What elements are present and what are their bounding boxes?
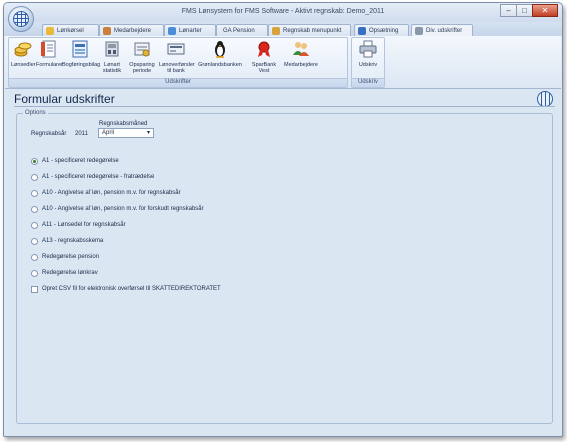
page-title: Formular udskrifter — [14, 92, 115, 106]
ribbon-group-label: Udskrifter — [9, 78, 347, 87]
main-content: Formular udskrifter Options Regnskabsmån… — [5, 89, 561, 436]
penguin-icon — [215, 41, 225, 58]
printer-tab-icon — [415, 27, 423, 35]
radio-button[interactable] — [31, 189, 38, 197]
radio-a13-regnskabsskema[interactable]: A13 - regnskabsskema — [31, 236, 103, 246]
gear-tab-icon — [358, 26, 366, 35]
lonoverforsler-button[interactable]: Lønoverførsler til bank — [159, 40, 195, 74]
bank-icon — [167, 43, 185, 55]
title-divider — [14, 106, 555, 107]
radio-button[interactable] — [31, 237, 38, 245]
udskriv-button[interactable]: Udskriv — [354, 40, 382, 68]
window-title: FMS Lønsystem for FMS Software - Aktivt … — [181, 8, 385, 15]
form-icon — [41, 40, 56, 58]
globe-icon — [537, 91, 553, 107]
list-tab-icon — [168, 26, 176, 35]
radio-a11-lonsedel[interactable]: A11 - Lønsedel for regnskabsår — [31, 220, 126, 230]
bogforingsbilag-button[interactable]: Bogføringsbilag — [62, 40, 100, 68]
radio-redegorelse-pension[interactable]: Redegørelse pension — [31, 252, 99, 262]
options-legend: Options — [23, 110, 48, 116]
tab-regnskab[interactable]: Regnskab menupunkt — [268, 24, 351, 36]
window-controls: – □ ✕ — [500, 4, 558, 17]
lonsedler-button[interactable]: Lønsedler — [11, 40, 35, 68]
folder-tab-icon — [272, 26, 280, 35]
ledger-icon — [72, 40, 88, 58]
radio-a1-specificeret[interactable]: A1 - specificeret redegørelse — [31, 156, 119, 166]
radio-button[interactable] — [31, 269, 38, 277]
formularer-button[interactable]: Formularer — [36, 40, 63, 68]
month-select[interactable]: April ▾ — [98, 128, 154, 138]
radio-button[interactable] — [31, 205, 38, 213]
year-label: Regnskabsår — [31, 131, 67, 137]
title-bar: FMS Lønsystem for FMS Software - Aktivt … — [4, 3, 562, 22]
app-window: FMS Lønsystem for FMS Software - Aktivt … — [3, 2, 563, 437]
close-button[interactable]: ✕ — [532, 4, 558, 17]
lonart-statistik-button[interactable]: Lønart statistik — [99, 40, 125, 74]
radio-button[interactable] — [31, 253, 38, 261]
tab-lonkorsel[interactable]: Lønkørsel — [42, 24, 99, 36]
application-menu-button[interactable] — [8, 6, 34, 32]
csv-checkbox[interactable] — [31, 285, 38, 293]
medarbejdere-button[interactable]: Medarbejdere — [281, 40, 321, 68]
tab-opsaetning[interactable]: Opsætning — [354, 24, 409, 36]
year-value: 2011 — [75, 131, 88, 137]
ribbon: Lønsedler Formularer Bogføringsbilag Løn… — [5, 36, 561, 89]
ribbon-group-udskrifter: Lønsedler Formularer Bogføringsbilag Løn… — [8, 37, 348, 88]
tab-lonarter[interactable]: Lønarter — [164, 24, 216, 36]
radio-button[interactable] — [31, 173, 38, 181]
radio-button[interactable] — [31, 157, 38, 165]
globe-icon — [13, 11, 29, 27]
people-icon — [293, 42, 309, 56]
gronlandsbanken-button[interactable]: Grønlandsbanken — [195, 40, 245, 68]
options-group: Options Regnskabsmåned Regnskabsår 2011 … — [16, 110, 553, 424]
minimize-button[interactable]: – — [500, 4, 517, 17]
radio-a10-regnskabsar[interactable]: A10 - Angivelse af løn, pension m.v. for… — [31, 188, 181, 198]
savings-icon — [134, 42, 150, 57]
coins-tab-icon — [46, 26, 54, 35]
tab-medarbejdere[interactable]: Medarbejdere — [99, 24, 164, 36]
person-tab-icon — [103, 26, 111, 35]
radio-a1-fratraedelse[interactable]: A1 - specificeret redegørelse - fratræde… — [31, 172, 154, 182]
radio-button[interactable] — [31, 221, 38, 229]
sparbank-vest-button[interactable]: SparBank Vest — [249, 40, 279, 74]
ribbon-tabs: Lønkørsel Medarbejdere Lønarter GA Pensi… — [4, 22, 562, 37]
opsparing-periode-button[interactable]: Opsparing periode — [127, 40, 157, 74]
tab-ga-pension[interactable]: GA Pension — [216, 24, 268, 36]
ribbon-award-icon — [258, 41, 270, 57]
chevron-down-icon: ▾ — [146, 130, 150, 136]
maximize-button[interactable]: □ — [516, 4, 533, 17]
ribbon-group-label: Udskriv — [352, 78, 384, 87]
radio-a10-forskudt[interactable]: A10 - Angivelse af løn, pension m.v. for… — [31, 204, 204, 214]
csv-checkbox-row[interactable]: Opret CSV fil for elektronisk overførsel… — [31, 284, 221, 294]
month-label: Regnskabsmåned — [99, 121, 148, 127]
coins-icon — [14, 42, 32, 57]
ribbon-group-udskriv: Udskriv Udskriv — [351, 37, 385, 88]
printer-icon — [359, 40, 377, 58]
radio-redegorelse-lonkrav[interactable]: Redegørelse lønkrav — [31, 268, 98, 278]
statistics-icon — [105, 41, 119, 57]
